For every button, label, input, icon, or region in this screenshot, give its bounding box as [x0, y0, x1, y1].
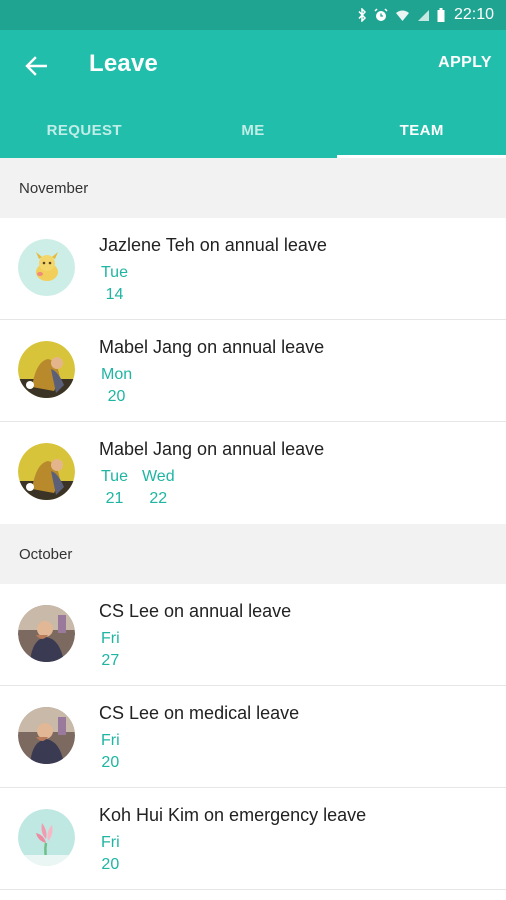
wifi-icon	[395, 10, 409, 21]
leave-date: Fri 20	[101, 730, 120, 774]
leave-dates: Fri 20	[101, 832, 120, 876]
leave-date: Wed 22	[142, 466, 175, 510]
leave-list-item[interactable]: CS Lee on annual leave Fri 27	[0, 584, 506, 686]
leave-date: Tue 14	[101, 262, 128, 306]
leave-title: Jazlene Teh on annual leave	[99, 235, 327, 255]
avatar	[18, 341, 75, 398]
avatar	[18, 707, 75, 764]
date-number: 22	[149, 490, 168, 507]
signal-icon	[417, 9, 429, 21]
leave-dates: Fri 27	[101, 628, 120, 672]
battery-icon	[437, 8, 445, 22]
leave-title: Koh Hui Kim on emergency leave	[99, 805, 367, 825]
date-number: 20	[107, 388, 126, 405]
apply-button[interactable]: APPLY	[438, 54, 492, 72]
leave-date: Fri 27	[101, 628, 120, 672]
status-bar: 22:10	[0, 0, 506, 30]
date-day: Fri	[101, 630, 120, 647]
leave-dates: Tue 21 Wed 22	[101, 466, 175, 510]
arrow-back-icon	[25, 56, 47, 76]
avatar	[18, 605, 75, 662]
app-bar: Leave APPLY	[0, 30, 506, 102]
leave-list-item[interactable]: Jazlene Teh on annual leave Tue 14	[0, 218, 506, 320]
leave-list-item[interactable]: Koh Hui Kim on emergency leave Fri 20	[0, 788, 506, 890]
leave-dates: Tue 14	[101, 262, 128, 306]
alarm-icon	[374, 8, 388, 21]
leave-dates: Fri 20	[101, 730, 120, 774]
leave-list-item[interactable]: Mabel Jang on annual leave Tue 21 Wed 22	[0, 422, 506, 524]
date-number: 27	[101, 652, 120, 669]
leave-title: Mabel Jang on annual leave	[99, 439, 325, 459]
date-number: 20	[101, 754, 120, 771]
back-button[interactable]	[18, 48, 54, 84]
date-day: Fri	[101, 732, 120, 749]
date-number: 14	[105, 286, 124, 303]
avatar	[18, 239, 75, 296]
section-header-november: November	[0, 158, 506, 218]
leave-date: Tue 21	[101, 466, 128, 510]
avatar	[18, 443, 75, 500]
leave-date: Fri 20	[101, 832, 120, 876]
date-day: Fri	[101, 834, 120, 851]
leave-dates: Mon 20	[101, 364, 132, 408]
leave-date: Mon 20	[101, 364, 132, 408]
date-number: 21	[105, 490, 124, 507]
date-day: Mon	[101, 366, 133, 383]
date-day: Tue	[101, 468, 128, 485]
tab-request[interactable]: REQUEST	[0, 102, 169, 158]
avatar	[18, 809, 75, 866]
section-header-october: October	[0, 524, 506, 584]
date-number: 20	[101, 856, 120, 873]
tab-bar: REQUEST ME TEAM	[0, 102, 506, 158]
date-day: Wed	[141, 468, 175, 485]
date-day: Tue	[101, 264, 128, 281]
bluetooth-icon	[358, 8, 366, 22]
page-title: Leave	[89, 50, 159, 77]
tab-team[interactable]: TEAM	[337, 102, 506, 158]
tab-me[interactable]: ME	[169, 102, 338, 158]
leave-title: CS Lee on medical leave	[99, 703, 300, 723]
leave-list-item[interactable]: CS Lee on medical leave Fri 20	[0, 686, 506, 788]
leave-title: CS Lee on annual leave	[99, 601, 292, 621]
status-time: 22:10	[453, 6, 494, 23]
leave-title: Mabel Jang on annual leave	[99, 337, 325, 357]
leave-list-item[interactable]: Mabel Jang on annual leave Mon 20	[0, 320, 506, 422]
